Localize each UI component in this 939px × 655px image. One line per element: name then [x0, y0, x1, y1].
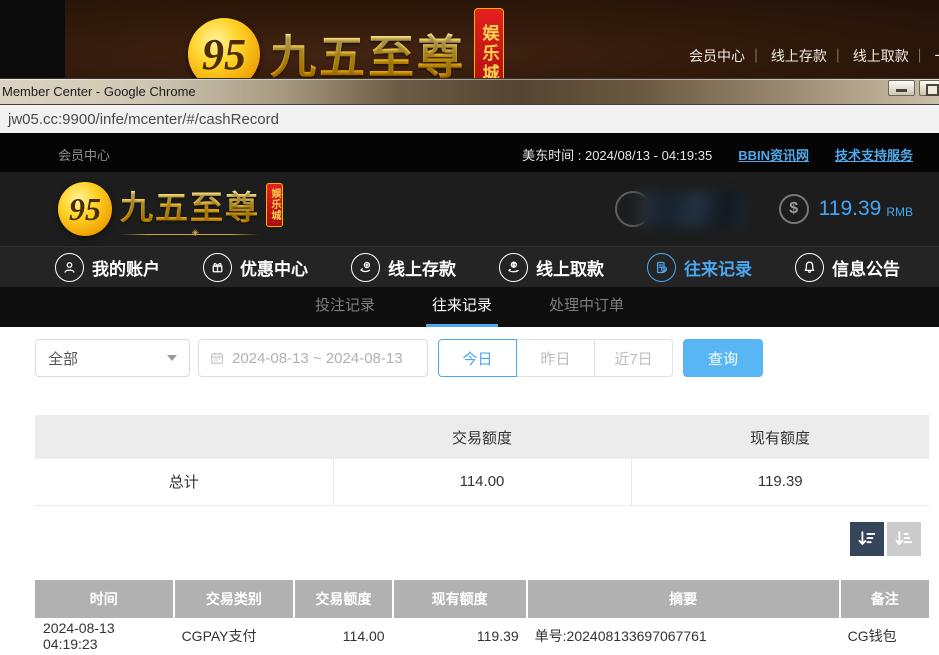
brand-logo-icon[interactable]: 95 — [58, 182, 112, 236]
site-header: 95 九五至尊 娱乐城 $ 119.39 RMB — [0, 172, 939, 246]
tech-support-link[interactable]: 技术支持服务 — [835, 145, 913, 164]
yesterday-button[interactable]: 昨日 — [516, 339, 595, 377]
date-range-input[interactable]: 2024-08-13 ~ 2024-08-13 — [198, 339, 428, 377]
records-table: 时间 交易类别 交易额度 现有额度 摘要 备注 2024-08-13 04:19… — [35, 580, 929, 655]
nav-item-transaction-records[interactable]: 往来记录 — [647, 253, 752, 282]
col-header-type: 交易类别 — [174, 580, 295, 618]
logo-monogram: 95 — [202, 29, 246, 80]
banner-link-onekey[interactable]: 一键 — [935, 48, 939, 64]
content: 全部 2024-08-13 ~ 2024-08-13 今日 昨日 近7日 查询 — [0, 327, 939, 655]
summary-header-trade: 交易额度 — [333, 415, 631, 459]
background-site-banner: 95 九五至尊 娱乐城 会员中心 线上存款 线上取款 一键 — [0, 0, 939, 78]
balance-currency: RMB — [886, 205, 913, 219]
brand-block: 九五至尊 娱乐城 — [120, 181, 283, 238]
nav-item-my-account[interactable]: 我的账户 — [55, 253, 160, 282]
tab-bet-records[interactable]: 投注记录 — [309, 287, 381, 327]
tab-pending-orders[interactable]: 处理中订单 — [543, 287, 630, 327]
brand-badge: 娱乐城 — [266, 183, 283, 227]
calendar-icon — [209, 350, 225, 366]
window-title: Member Center - Google Chrome — [2, 84, 196, 99]
col-header-balance: 现有额度 — [393, 580, 527, 618]
dollar-coin-icon: $ — [779, 194, 809, 224]
maximize-button[interactable] — [919, 80, 939, 96]
today-button[interactable]: 今日 — [438, 339, 517, 377]
col-header-amount: 交易额度 — [294, 580, 392, 618]
type-select[interactable]: 全部 — [35, 339, 190, 377]
bbin-news-link[interactable]: BBIN资讯网 — [738, 145, 809, 164]
record-time: 2024-08-13 04:19:23 — [35, 618, 174, 655]
page: 会员中心 美东时间 : 2024/08/13 - 04:19:35 BBIN资讯… — [0, 133, 939, 655]
quick-range-group: 今日 昨日 近7日 — [438, 339, 673, 377]
summary-row: 总计 114.00 119.39 — [35, 459, 929, 505]
nav-item-promotions[interactable]: 优惠中心 — [203, 253, 308, 282]
filter-row: 全部 2024-08-13 ~ 2024-08-13 今日 昨日 近7日 查询 — [35, 339, 929, 377]
banner-link-member[interactable]: 会员中心 — [689, 48, 767, 64]
nav-item-announcements[interactable]: 信息公告 — [795, 253, 900, 282]
record-type: CGPAY支付 — [174, 618, 295, 655]
user-area: $ 119.39 RMB — [615, 191, 913, 227]
sort-controls — [35, 522, 929, 556]
sort-ascending-button[interactable] — [887, 522, 921, 556]
url-text[interactable]: jw05.cc:9900/infe/mcenter/#/cashRecord — [0, 111, 279, 128]
record-summary: 单号:202408133697067761 — [527, 618, 840, 655]
section-label: 会员中心 — [58, 145, 110, 164]
date-range-value: 2024-08-13 ~ 2024-08-13 — [232, 350, 403, 367]
desktop-edge — [0, 0, 65, 78]
summary-balance-value: 119.39 — [631, 459, 929, 505]
server-time: 美东时间 : 2024/08/13 - 04:19:35 — [522, 145, 712, 164]
records-clipboard-icon — [647, 253, 676, 282]
record-amount: 114.00 — [294, 618, 392, 655]
summary-table: 交易额度 现有额度 总计 114.00 119.39 — [35, 415, 929, 506]
summary-total-label: 总计 — [35, 459, 333, 505]
window-titlebar[interactable]: Member Center - Google Chrome — [0, 78, 939, 105]
tab-transaction-records[interactable]: 往来记录 — [426, 287, 498, 327]
record-remark: CG钱包 — [840, 618, 929, 655]
username-redacted — [637, 191, 745, 227]
summary-trade-value: 114.00 — [333, 459, 631, 505]
sort-descending-button[interactable] — [850, 522, 884, 556]
sort-desc-icon — [856, 528, 878, 550]
topbar-right: 美东时间 : 2024/08/13 - 04:19:35 BBIN资讯网 技术支… — [522, 145, 913, 164]
withdraw-coin-icon — [499, 253, 528, 282]
nav-item-withdraw[interactable]: 线上取款 — [499, 253, 604, 282]
banner-link-deposit[interactable]: 线上存款 — [771, 48, 849, 64]
gift-icon — [203, 253, 232, 282]
address-bar[interactable]: jw05.cc:9900/infe/mcenter/#/cashRecord — [0, 105, 939, 133]
summary-header-empty — [35, 415, 333, 459]
deposit-coin-icon — [351, 253, 380, 282]
sort-asc-icon — [893, 528, 915, 550]
user-icon — [55, 253, 84, 282]
search-button[interactable]: 查询 — [683, 339, 763, 377]
col-header-summary: 摘要 — [527, 580, 840, 618]
table-row: 2024-08-13 04:19:23 CGPAY支付 114.00 119.3… — [35, 618, 929, 655]
type-select-value: 全部 — [48, 348, 78, 369]
flourish-ornament — [120, 231, 283, 238]
banner-nav-links: 会员中心 线上存款 线上取款 一键 — [689, 46, 939, 66]
col-header-time: 时间 — [35, 580, 174, 618]
screen: 95 九五至尊 娱乐城 会员中心 线上存款 线上取款 一键 Member Cen… — [0, 0, 939, 655]
bell-icon — [795, 253, 824, 282]
minimize-button[interactable] — [888, 80, 915, 96]
main-nav: 我的账户 优惠中心 线上存款 线上取款 — [0, 246, 939, 287]
banner-link-withdraw[interactable]: 线上取款 — [853, 48, 931, 64]
chevron-down-icon — [167, 355, 177, 361]
summary-header-balance: 现有额度 — [631, 415, 929, 459]
brand-name: 九五至尊 — [120, 181, 260, 229]
top-status-bar: 会员中心 美东时间 : 2024/08/13 - 04:19:35 BBIN资讯… — [0, 133, 939, 172]
logo-monogram: 95 — [69, 191, 101, 228]
last7days-button[interactable]: 近7日 — [594, 339, 673, 377]
sub-nav: 投注记录 往来记录 处理中订单 — [0, 287, 939, 327]
balance-amount: 119.39 — [819, 197, 882, 221]
record-balance: 119.39 — [393, 618, 527, 655]
col-header-remark: 备注 — [840, 580, 929, 618]
nav-item-deposit[interactable]: 线上存款 — [351, 253, 456, 282]
